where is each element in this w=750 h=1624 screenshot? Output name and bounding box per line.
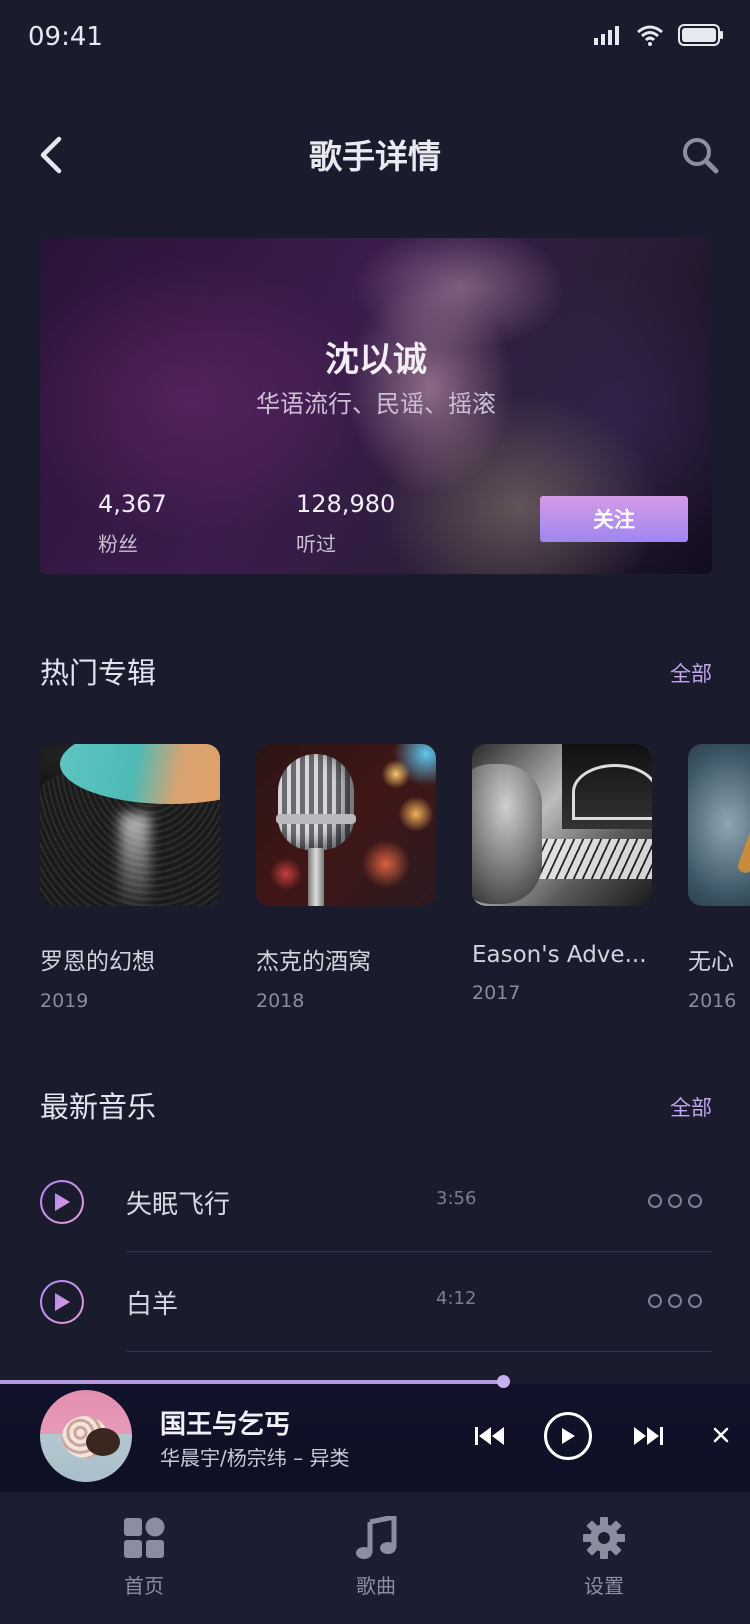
artist-banner: 沈以诚 华语流行、民谣、摇滚 4,367 粉丝 128,980 听过 关注 <box>40 238 712 574</box>
song-row[interactable]: 白羊 4:12 <box>40 1254 712 1352</box>
song-duration: 3:56 <box>436 1188 477 1209</box>
fans-count: 4,367 <box>98 490 167 518</box>
album-name: 无心 <box>688 949 734 975</box>
albums-section-title: 热门专辑 <box>40 656 157 690</box>
listens-count: 128,980 <box>296 490 396 518</box>
more-options-icon[interactable] <box>648 1194 702 1208</box>
album-name: 罗恩的幻想 <box>40 949 155 975</box>
play-icon <box>55 1293 70 1311</box>
fans-label: 粉丝 <box>98 532 138 556</box>
close-player-button[interactable] <box>706 1420 736 1450</box>
tab-label: 首页 <box>124 1574 164 1598</box>
follow-button[interactable]: 关注 <box>540 496 688 542</box>
previous-button[interactable] <box>470 1416 510 1456</box>
play-icon <box>55 1193 70 1211</box>
album-card[interactable]: 罗恩的幻想 2019 <box>40 744 220 1012</box>
divider <box>126 1351 712 1352</box>
album-name: Eason's Adve... <box>472 942 647 968</box>
song-duration: 4:12 <box>436 1288 477 1309</box>
play-pause-button[interactable] <box>544 1412 592 1460</box>
grid-icon <box>124 1517 165 1558</box>
albums-see-all-link[interactable]: 全部 <box>670 658 712 688</box>
close-icon <box>713 1427 729 1443</box>
album-card[interactable]: 杰克的酒窝 2018 <box>256 744 436 1012</box>
album-cover-image <box>472 744 652 906</box>
gear-icon <box>583 1517 625 1559</box>
songs-see-all-link[interactable]: 全部 <box>670 1092 712 1122</box>
skip-previous-icon <box>475 1427 504 1445</box>
tab-label: 设置 <box>584 1574 624 1598</box>
now-playing-artist: 华晨宇/杨宗纬 – 异类 <box>160 1446 350 1470</box>
status-time: 09:41 <box>28 22 103 52</box>
tab-songs[interactable]: 歌曲 <box>316 1513 436 1599</box>
album-year: 2018 <box>256 990 305 1012</box>
cellular-signal-icon <box>594 26 619 45</box>
album-cover-image <box>40 744 220 906</box>
song-play-button[interactable] <box>40 1280 84 1324</box>
tab-label: 歌曲 <box>356 1574 396 1598</box>
more-options-icon[interactable] <box>648 1294 702 1308</box>
songs-section-title: 最新音乐 <box>40 1090 157 1124</box>
song-play-button[interactable] <box>40 1180 84 1224</box>
status-icons <box>594 24 724 46</box>
fans-stat: 4,367 粉丝 <box>98 490 167 557</box>
artist-name: 沈以诚 <box>325 340 427 380</box>
tab-home[interactable]: 首页 <box>84 1516 204 1599</box>
battery-icon <box>678 24 723 46</box>
wifi-icon <box>637 25 663 46</box>
album-card[interactable]: Eason's Adve... 2017 <box>472 744 652 1004</box>
song-row[interactable]: 失眠飞行 3:56 <box>40 1154 712 1252</box>
divider <box>126 1251 712 1252</box>
album-card[interactable]: 无心 2016 <box>688 744 750 1012</box>
album-cover-image <box>688 744 750 906</box>
song-title: 白羊 <box>126 1290 179 1320</box>
page-title: 歌手详情 <box>309 137 441 176</box>
listens-stat: 128,980 听过 <box>296 490 395 557</box>
playback-progress-bar[interactable] <box>0 1380 503 1384</box>
music-note-icon <box>356 1513 397 1559</box>
album-year: 2017 <box>472 982 521 1004</box>
skip-next-icon <box>634 1427 663 1445</box>
album-year: 2016 <box>688 990 737 1012</box>
search-button[interactable] <box>678 130 722 180</box>
album-name: 杰克的酒窝 <box>256 949 371 975</box>
play-icon <box>562 1428 575 1444</box>
playback-progress-handle[interactable] <box>496 1375 510 1388</box>
listens-label: 听过 <box>296 532 336 556</box>
album-cover-image <box>256 744 436 906</box>
search-icon <box>683 138 719 174</box>
album-year: 2019 <box>40 990 89 1012</box>
tab-settings[interactable]: 设置 <box>544 1516 664 1599</box>
song-title: 失眠飞行 <box>126 1190 231 1220</box>
artist-genres: 华语流行、民谣、摇滚 <box>256 390 496 418</box>
now-playing-cover[interactable] <box>40 1390 132 1482</box>
next-button[interactable] <box>628 1416 668 1456</box>
now-playing-title: 国王与乞丐 <box>160 1410 291 1440</box>
